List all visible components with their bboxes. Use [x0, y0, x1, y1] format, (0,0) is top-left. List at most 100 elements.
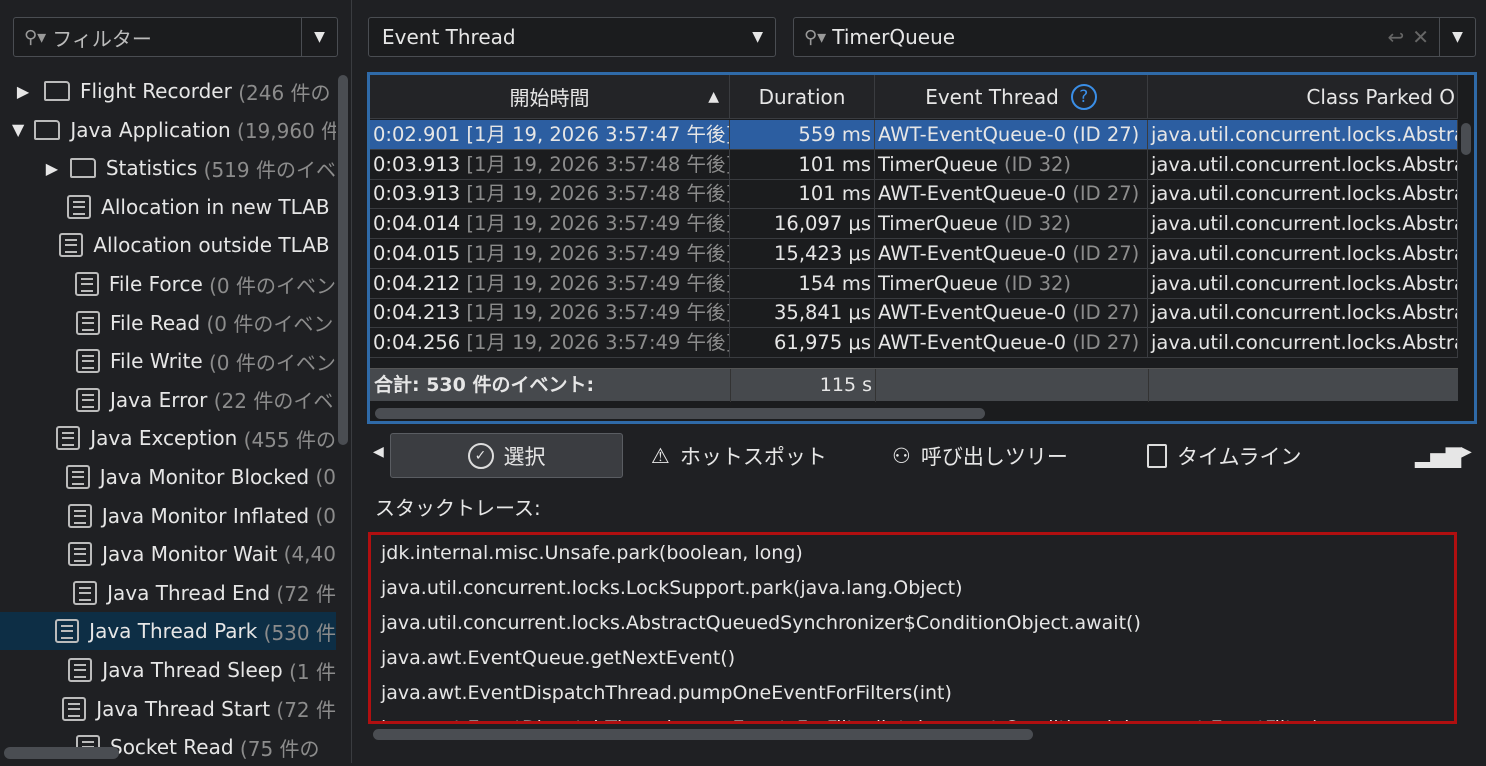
- events-table: 開始時間 ▲ Duration Event Thread ? Class Par…: [367, 72, 1477, 424]
- expand-icon[interactable]: ▶: [44, 159, 60, 178]
- tree-item[interactable]: Java Error (22 件のイベ: [0, 381, 336, 419]
- tree-item-label: Java Monitor Inflated: [101, 503, 310, 528]
- tab-label: タイムライン: [1177, 444, 1302, 469]
- event-type-icon: [67, 503, 92, 528]
- start-time-cell: 0:03.913 [1月 19, 2026 3:57:48 午後]: [370, 149, 730, 179]
- stack-frame[interactable]: java.util.concurrent.locks.LockSupport.p…: [371, 571, 1454, 606]
- start-time-cell: 0:04.212 [1月 19, 2026 3:57:49 午後]: [370, 268, 730, 298]
- event-type-icon: [55, 619, 80, 644]
- tree-icon: ⚇: [892, 443, 911, 468]
- tree-item-count: (0 件のイベン: [209, 350, 336, 375]
- tree-item[interactable]: ▶ Flight Recorder (246 件の: [0, 72, 336, 110]
- header-label: Class Parked O: [1306, 84, 1455, 109]
- tab-chart[interactable]: ▂▅▇: [1415, 433, 1461, 478]
- filter-dropdown-button[interactable]: ▼: [301, 18, 337, 56]
- collapse-icon[interactable]: ▼: [12, 120, 24, 139]
- tree-item-count: (0: [315, 503, 336, 528]
- start-time-cell: 0:04.213 [1月 19, 2026 3:57:49 午後]: [370, 298, 730, 328]
- column-header-duration[interactable]: Duration: [730, 75, 875, 119]
- table-row[interactable]: 0:03.913 [1月 19, 2026 3:57:48 午後] 101 ms…: [370, 149, 1458, 180]
- duration-cell: 154 ms: [730, 268, 875, 298]
- tree-item-count: (0: [315, 465, 336, 489]
- tree-item-label: File Read: [110, 310, 201, 335]
- tab-call-tree[interactable]: ⚇ 呼び出しツリー: [892, 433, 1068, 478]
- tab-timeline[interactable]: タイムライン: [1147, 433, 1302, 478]
- tab-label: ホットスポット: [679, 444, 827, 469]
- tree-item-label: Java Application: [70, 117, 231, 142]
- tree-item[interactable]: Java Thread End (72 件: [0, 574, 336, 612]
- tree-item[interactable]: Java Monitor Wait (4,40: [0, 535, 336, 573]
- tree-item-label: Java Thread Sleep: [102, 658, 283, 682]
- tree-item[interactable]: ▶ Statistics (519 件のイベ: [0, 149, 336, 187]
- tree-item[interactable]: Allocation in new TLAB: [0, 188, 336, 226]
- tree-item-count: (530 件: [263, 620, 336, 645]
- table-row[interactable]: 0:04.213 [1月 19, 2026 3:57:49 午後] 35,841…: [370, 298, 1458, 329]
- help-icon[interactable]: ?: [1070, 83, 1097, 110]
- tree-item-count: (75 件の: [239, 736, 320, 761]
- stack-horizontal-scrollbar[interactable]: [373, 729, 1033, 740]
- total-duration: 115 s: [819, 374, 872, 396]
- tree-item[interactable]: Java Thread Park (530 件: [0, 612, 336, 651]
- event-type-icon: [76, 349, 100, 374]
- table-row[interactable]: 0:03.913 [1月 19, 2026 3:57:48 午後] 101 ms…: [370, 179, 1458, 210]
- total-row: 合計: 530 件のイベント: 115 s: [370, 368, 1458, 402]
- tree-item[interactable]: Java Monitor Inflated (0: [0, 497, 336, 535]
- tree-item[interactable]: Java Thread Start (72 件: [0, 690, 336, 728]
- wrap-icon[interactable]: ↩: [1387, 25, 1404, 49]
- class-cell: java.util.concurrent.locks.Abstrac: [1148, 268, 1458, 298]
- table-row[interactable]: 0:04.256 [1月 19, 2026 3:57:49 午後] 61,975…: [370, 327, 1458, 358]
- filter-input[interactable]: ⚲▾ フィルター ▼: [13, 17, 338, 57]
- tree-item[interactable]: Java Monitor Blocked (0: [0, 458, 336, 496]
- expand-icon[interactable]: ▶: [12, 82, 34, 101]
- tree-item-label: Java Monitor Blocked: [99, 465, 310, 489]
- search-dropdown-button[interactable]: ▼: [1439, 18, 1475, 56]
- stack-frame[interactable]: java.awt.EventDispatchThread.pumpOneEven…: [371, 676, 1454, 711]
- event-type-icon: [59, 233, 84, 258]
- class-cell: java.util.concurrent.locks.Abstrac: [1148, 209, 1458, 239]
- tree-item-count: (19,960 件: [237, 119, 336, 144]
- table-vertical-scrollbar[interactable]: [1461, 123, 1471, 155]
- tree-horizontal-scrollbar[interactable]: [4, 747, 119, 759]
- table-row[interactable]: 0:04.212 [1月 19, 2026 3:57:49 午後] 154 ms…: [370, 268, 1458, 299]
- tab-label: 選択: [503, 444, 546, 469]
- tree-item-count: (246 件の: [238, 80, 331, 105]
- search-field[interactable]: ⚲▾ TimerQueue ↩ ✕ ▼: [793, 17, 1476, 57]
- table-row[interactable]: 0:04.014 [1月 19, 2026 3:57:49 午後] 16,097…: [370, 209, 1458, 240]
- table-row[interactable]: 0:02.901 [1月 19, 2026 3:57:47 午後] 559 ms…: [370, 120, 1458, 150]
- tree-item[interactable]: File Write (0 件のイベン: [0, 342, 336, 380]
- tree-item-label: Java Thread End: [107, 580, 271, 605]
- tabs-scroll-right-icon[interactable]: ▶: [1461, 444, 1472, 460]
- folder-icon: [44, 81, 70, 101]
- sort-ascending-icon: ▲: [708, 88, 719, 105]
- table-horizontal-scrollbar[interactable]: [375, 408, 985, 419]
- tab-selection[interactable]: ✓ 選択: [390, 433, 623, 478]
- thread-select[interactable]: Event Thread ▼: [368, 17, 776, 57]
- stack-frame[interactable]: java.util.concurrent.locks.AbstractQueue…: [371, 606, 1454, 641]
- tree-item[interactable]: Java Thread Sleep (1 件: [0, 651, 336, 689]
- tree-item[interactable]: Java Exception (455 件の: [0, 419, 336, 457]
- column-header-class-parked-on[interactable]: Class Parked O: [1148, 75, 1458, 119]
- tree-vertical-scrollbar[interactable]: [338, 75, 348, 445]
- column-header-event-thread[interactable]: Event Thread ?: [875, 75, 1148, 119]
- tab-hotspots[interactable]: ⚠ ホットスポット: [651, 433, 827, 478]
- search-icon: ⚲▾: [24, 26, 47, 48]
- clear-icon[interactable]: ✕: [1412, 25, 1429, 49]
- tree-item[interactable]: File Force (0 件のイベン: [0, 265, 336, 303]
- tree-item[interactable]: File Read (0 件のイベン: [0, 304, 336, 342]
- stack-frame[interactable]: java.awt.EventDispatchThread.pumpEventsF…: [371, 711, 1454, 721]
- table-row[interactable]: 0:04.015 [1月 19, 2026 3:57:49 午後] 15,423…: [370, 238, 1458, 269]
- duration-cell: 15,423 μs: [730, 238, 875, 268]
- header-label: 開始時間: [509, 86, 590, 110]
- stack-frame[interactable]: jdk.internal.misc.Unsafe.park(boolean, l…: [371, 536, 1454, 571]
- column-header-start-time[interactable]: 開始時間 ▲: [370, 75, 730, 119]
- stack-frame[interactable]: java.awt.EventQueue.getNextEvent(): [371, 641, 1454, 676]
- tree-item[interactable]: Allocation outside TLAB: [0, 226, 336, 264]
- total-label: 合計: 530 件のイベント:: [374, 374, 595, 396]
- tree-item[interactable]: ▼ Java Application (19,960 件: [0, 111, 336, 149]
- event-type-icon: [56, 426, 81, 451]
- tabs-scroll-left-icon[interactable]: ◀: [373, 444, 384, 460]
- thread-cell: AWT-EventQueue-0 (ID 27): [875, 327, 1148, 357]
- class-cell: java.util.concurrent.locks.Abstrac: [1148, 327, 1458, 357]
- thread-cell: AWT-EventQueue-0 (ID 27): [875, 298, 1148, 328]
- filter-placeholder: フィルター: [52, 26, 152, 51]
